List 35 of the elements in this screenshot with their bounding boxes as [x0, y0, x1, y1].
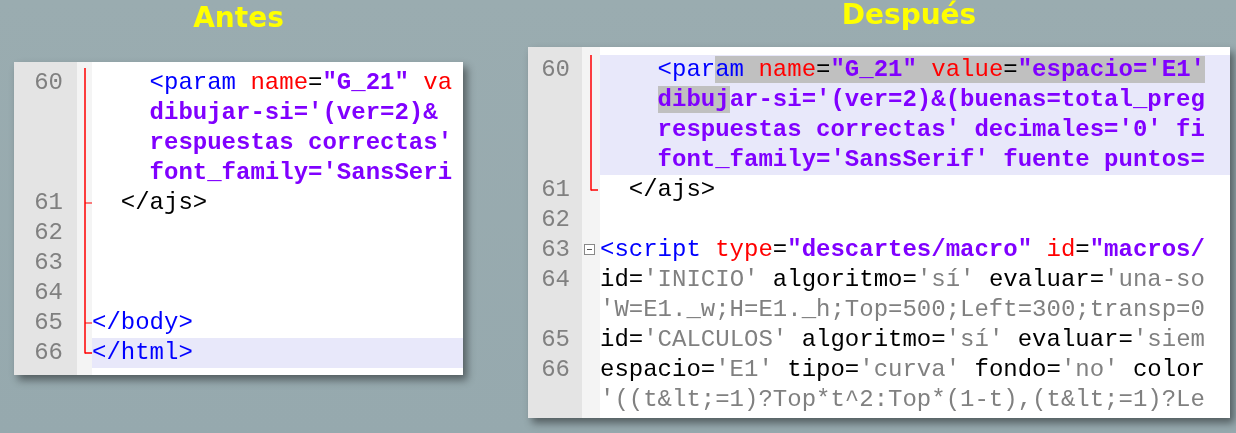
collapse-icon[interactable]: [584, 244, 595, 255]
code-line: </ajs>: [119, 188, 208, 218]
code-line: id='CALCULOS' algoritmo='sí' evaluar='siem: [600, 325, 1205, 355]
panel-title: Antes: [193, 0, 284, 36]
code-line: font_family='SansSeri: [148, 158, 453, 188]
line-number: 60: [34, 68, 63, 98]
code-line: espacio='E1' tipo='curva' fondo='no' color: [600, 355, 1205, 385]
line-number: 61: [34, 188, 63, 218]
code-line: font_family='SansSerif' fuente puntos=: [656, 145, 1205, 175]
code-line: dibuj ar-si='(ver=2)&(buenas=total_preg: [656, 85, 1205, 115]
code-line: <param name="G_21" va: [148, 68, 453, 98]
line-number: 64: [34, 278, 63, 308]
code-line: </ajs>: [627, 175, 716, 205]
panel-title: Después: [841, 0, 977, 33]
line-number: 66: [541, 355, 570, 385]
code-line: '((t&lt;=1)?Top*t^2:Top*(1-t),(t&lt;=1)?Le: [600, 385, 1205, 415]
line-number: 65: [34, 308, 63, 338]
code-line: <param name="G_21" value="espacio='E1': [656, 55, 1205, 85]
line-number: 65: [541, 325, 570, 355]
line-number: 62: [541, 205, 570, 235]
line-number: 61: [541, 175, 570, 205]
line-number: 64: [541, 265, 570, 295]
line-number: 60: [541, 55, 570, 85]
code-line: </html>: [92, 338, 193, 368]
code-line: <script type="descartes/macro" id="macros/: [600, 235, 1205, 265]
line-number: 63: [541, 235, 570, 265]
code-line: respuestas correctas': [148, 128, 453, 158]
code-line: respuestas correctas' decimales='0' fi: [656, 115, 1205, 145]
code-line: id='INICIO' algoritmo='sí' evaluar='una-so: [600, 265, 1205, 295]
line-number: 62: [34, 218, 63, 248]
code-line: 'W=E1._w;H=E1._h;Top=500;Left=300;transp=0: [600, 295, 1205, 325]
code-line: </body>: [92, 308, 193, 338]
code-line: dibujar-si='(ver=2)&: [148, 98, 438, 128]
line-number: 63: [34, 248, 63, 278]
line-number: 66: [34, 338, 63, 368]
